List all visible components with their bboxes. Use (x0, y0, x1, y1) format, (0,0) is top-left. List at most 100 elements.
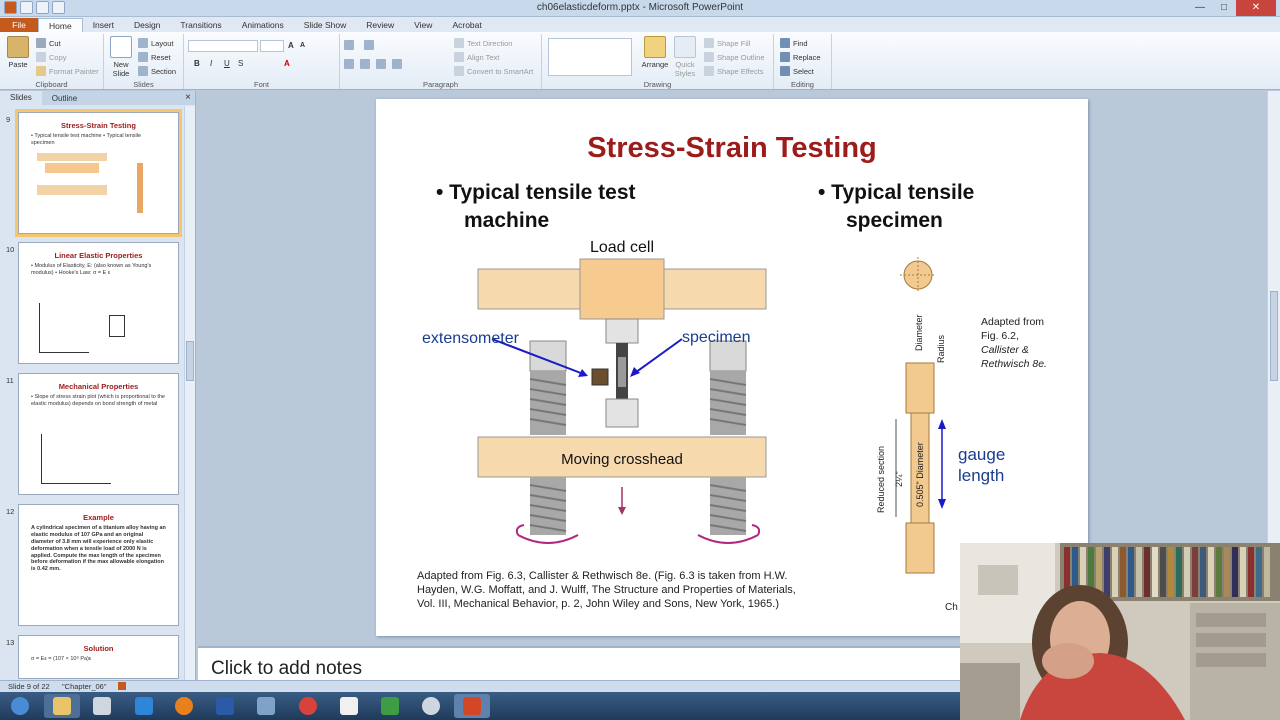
paste-button[interactable]: Paste (4, 36, 32, 69)
slide-thumbnail-9[interactable]: Stress-Strain Testing • Typical tensile … (15, 109, 182, 237)
slide-thumbnail-13[interactable]: Solution σ = Eε = (107 × 10⁹ Pa)ε (18, 635, 179, 679)
format-painter-button[interactable]: Format Painter (36, 66, 99, 76)
shrink-font-icon[interactable]: A (300, 42, 305, 49)
tab-file[interactable]: File (0, 18, 38, 32)
maximize-button[interactable]: □ (1212, 0, 1236, 16)
scroll-thumb[interactable] (186, 341, 194, 381)
justify-icon (392, 59, 402, 69)
underline-button[interactable]: U (224, 59, 230, 68)
close-button[interactable]: ✕ (1236, 0, 1276, 16)
tab-slides[interactable]: Slides (0, 91, 42, 105)
tab-slide-show[interactable]: Slide Show (294, 18, 357, 32)
layout-label: Layout (151, 38, 174, 48)
tab-view[interactable]: View (404, 18, 442, 32)
bullets-button[interactable] (344, 40, 354, 50)
replace-button[interactable]: Replace (780, 52, 821, 62)
slide-title[interactable]: Stress-Strain Testing (376, 132, 1088, 165)
tab-animations[interactable]: Animations (232, 18, 294, 32)
slide-number: 12 (6, 507, 15, 516)
taskbar-chrome[interactable] (290, 694, 326, 718)
tab-outline[interactable]: Outline (42, 94, 87, 103)
scroll-thumb[interactable] (1270, 291, 1278, 381)
thumbnail-title: Mechanical Properties (58, 382, 139, 391)
tab-home[interactable]: Home (38, 18, 83, 32)
tab-transitions[interactable]: Transitions (170, 18, 231, 32)
taskbar-ie[interactable] (126, 694, 162, 718)
radius-label: Radius (936, 334, 946, 363)
thumbnail-title: Stress-Strain Testing (61, 121, 136, 130)
shape-outline-button[interactable]: Shape Outline (704, 52, 765, 62)
notes-placeholder[interactable]: Click to add notes (211, 658, 362, 680)
italic-button[interactable]: I (210, 59, 212, 68)
find-button[interactable]: Find (780, 38, 808, 48)
start-button[interactable] (2, 694, 38, 718)
firefox-icon (175, 697, 193, 715)
font-name-combo[interactable] (188, 40, 258, 52)
align-right-icon (376, 59, 386, 69)
slides-panel-tabs: Slides Outline × (0, 91, 195, 105)
effects-icon (704, 66, 714, 76)
taskbar-word[interactable] (207, 694, 243, 718)
smartart-button[interactable]: Convert to SmartArt (454, 66, 533, 76)
taskbar-powerpoint[interactable] (454, 694, 490, 718)
reset-button[interactable]: Reset (138, 52, 171, 62)
taskbar-explorer[interactable] (44, 694, 80, 718)
slide-number: 9 (6, 115, 11, 124)
taskbar-app[interactable] (248, 694, 284, 718)
taskbar-media[interactable] (84, 694, 120, 718)
cut-button[interactable]: Cut (36, 38, 61, 48)
font-size-combo[interactable] (260, 40, 284, 52)
font-color-button[interactable]: A (284, 59, 290, 68)
align-center-button[interactable] (360, 59, 370, 69)
folder-icon (53, 697, 71, 715)
extensometer-label: extensometer (422, 330, 520, 347)
shape-effects-button[interactable]: Shape Effects (704, 66, 764, 76)
taskbar-app2[interactable] (372, 694, 408, 718)
shapes-gallery[interactable] (548, 38, 632, 76)
new-slide-button[interactable]: New Slide (107, 36, 135, 78)
slide-thumbnail-10[interactable]: Linear Elastic Properties • Modulus of E… (18, 242, 179, 364)
minimize-button[interactable]: — (1188, 0, 1212, 16)
text-direction-button[interactable]: Text Direction (454, 38, 512, 48)
justify-button[interactable] (392, 59, 402, 69)
caption-line: Fig. 6.2, (981, 330, 1019, 342)
shape-fill-button[interactable]: Shape Fill (704, 38, 750, 48)
quick-styles-button[interactable]: Quick Styles (670, 36, 700, 78)
right-rotation-arrow-tail (751, 524, 761, 536)
thumbnail-graphic (37, 185, 107, 195)
select-button[interactable]: Select (780, 66, 814, 76)
gauge-label-line2: length (958, 466, 1005, 485)
arrange-button[interactable]: Arrange (640, 36, 670, 69)
align-left-button[interactable] (344, 59, 354, 69)
section-button[interactable]: Section (138, 66, 176, 76)
slide-thumbnail-12[interactable]: Example A cylindrical specimen of a tita… (18, 504, 179, 626)
grow-font-icon[interactable]: A (288, 41, 294, 50)
tab-design[interactable]: Design (124, 18, 170, 32)
webcam-video (960, 543, 1280, 720)
smartart-icon (454, 66, 464, 76)
taskbar-document[interactable] (331, 694, 367, 718)
copy-button[interactable]: Copy (36, 52, 67, 62)
slides-panel-scrollbar[interactable] (184, 106, 195, 680)
quick-styles-label: Quick Styles (674, 60, 696, 78)
numbering-button[interactable] (364, 40, 374, 50)
copy-icon (36, 52, 46, 62)
thumbnail-graphic (41, 434, 111, 484)
slide-thumbnail-11[interactable]: Mechanical Properties • Slope of stress … (18, 373, 179, 495)
select-label: Select (793, 66, 814, 76)
diameter-label: Diameter (914, 314, 924, 351)
bold-button[interactable]: B (194, 59, 200, 68)
shadow-button[interactable]: S (238, 59, 243, 68)
spelling-icon[interactable] (118, 682, 126, 690)
taskbar-firefox[interactable] (166, 694, 202, 718)
close-panel-icon[interactable]: × (185, 92, 191, 103)
tab-insert[interactable]: Insert (83, 18, 124, 32)
tab-review[interactable]: Review (356, 18, 404, 32)
thumbnail-title: Example (83, 513, 114, 522)
align-text-button[interactable]: Align Text (454, 52, 499, 62)
layout-button[interactable]: Layout (138, 38, 174, 48)
taskbar-app3[interactable] (413, 694, 449, 718)
tab-acrobat[interactable]: Acrobat (442, 18, 491, 32)
align-right-button[interactable] (376, 59, 386, 69)
thumbnail-body: A cylindrical specimen of a titanium all… (31, 525, 166, 573)
